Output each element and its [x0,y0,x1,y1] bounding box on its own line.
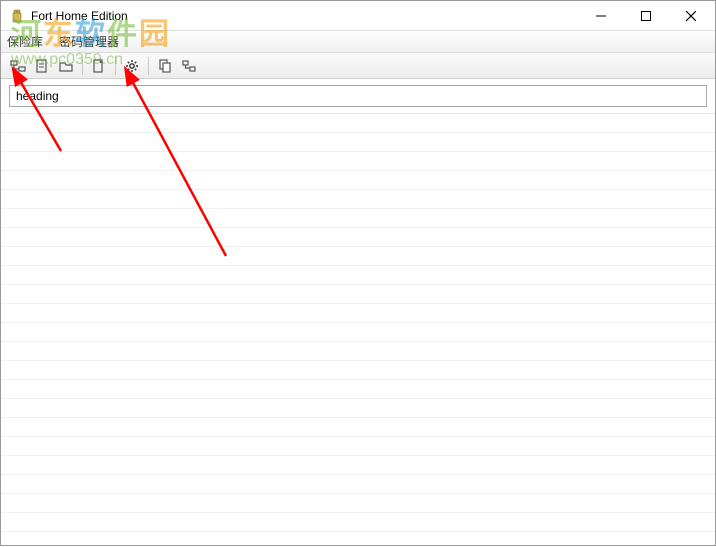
app-icon [9,8,25,24]
network-icon[interactable] [178,55,200,77]
list-row [1,190,715,209]
minimize-button[interactable] [578,2,623,30]
toolbar-separator [82,57,83,75]
list-row [1,342,715,361]
list-row [1,494,715,513]
list-row [1,152,715,171]
toolbar [1,53,715,79]
list-row [1,266,715,285]
menu-vault[interactable]: 保险库 [7,33,43,50]
list-row [1,456,715,475]
folder-tree-icon[interactable] [7,55,29,77]
list-row [1,209,715,228]
search-row [1,79,715,114]
list-row [1,361,715,380]
list-row [1,228,715,247]
new-item-icon[interactable] [31,55,53,77]
window-title: Fort Home Edition [31,9,578,23]
list-row [1,285,715,304]
toolbar-separator [148,57,149,75]
list-row [1,247,715,266]
list-row [1,513,715,532]
list-row [1,133,715,152]
window-controls [578,2,713,30]
list-row [1,475,715,494]
list-row [1,399,715,418]
maximize-button[interactable] [623,2,668,30]
settings-icon[interactable] [121,55,143,77]
list-row [1,114,715,133]
close-button[interactable] [668,2,713,30]
list-row [1,323,715,342]
toolbar-separator [115,57,116,75]
open-icon[interactable] [55,55,77,77]
menubar: 保险库 密码管理器 [1,31,715,53]
list-row [1,380,715,399]
list-area[interactable] [1,114,715,544]
list-row [1,437,715,456]
list-row [1,304,715,323]
edit-icon[interactable] [88,55,110,77]
list-row [1,418,715,437]
copy-icon[interactable] [154,55,176,77]
search-input[interactable] [9,85,707,107]
list-row [1,171,715,190]
menu-password-manager[interactable]: 密码管理器 [59,33,119,50]
titlebar: Fort Home Edition [1,1,715,31]
